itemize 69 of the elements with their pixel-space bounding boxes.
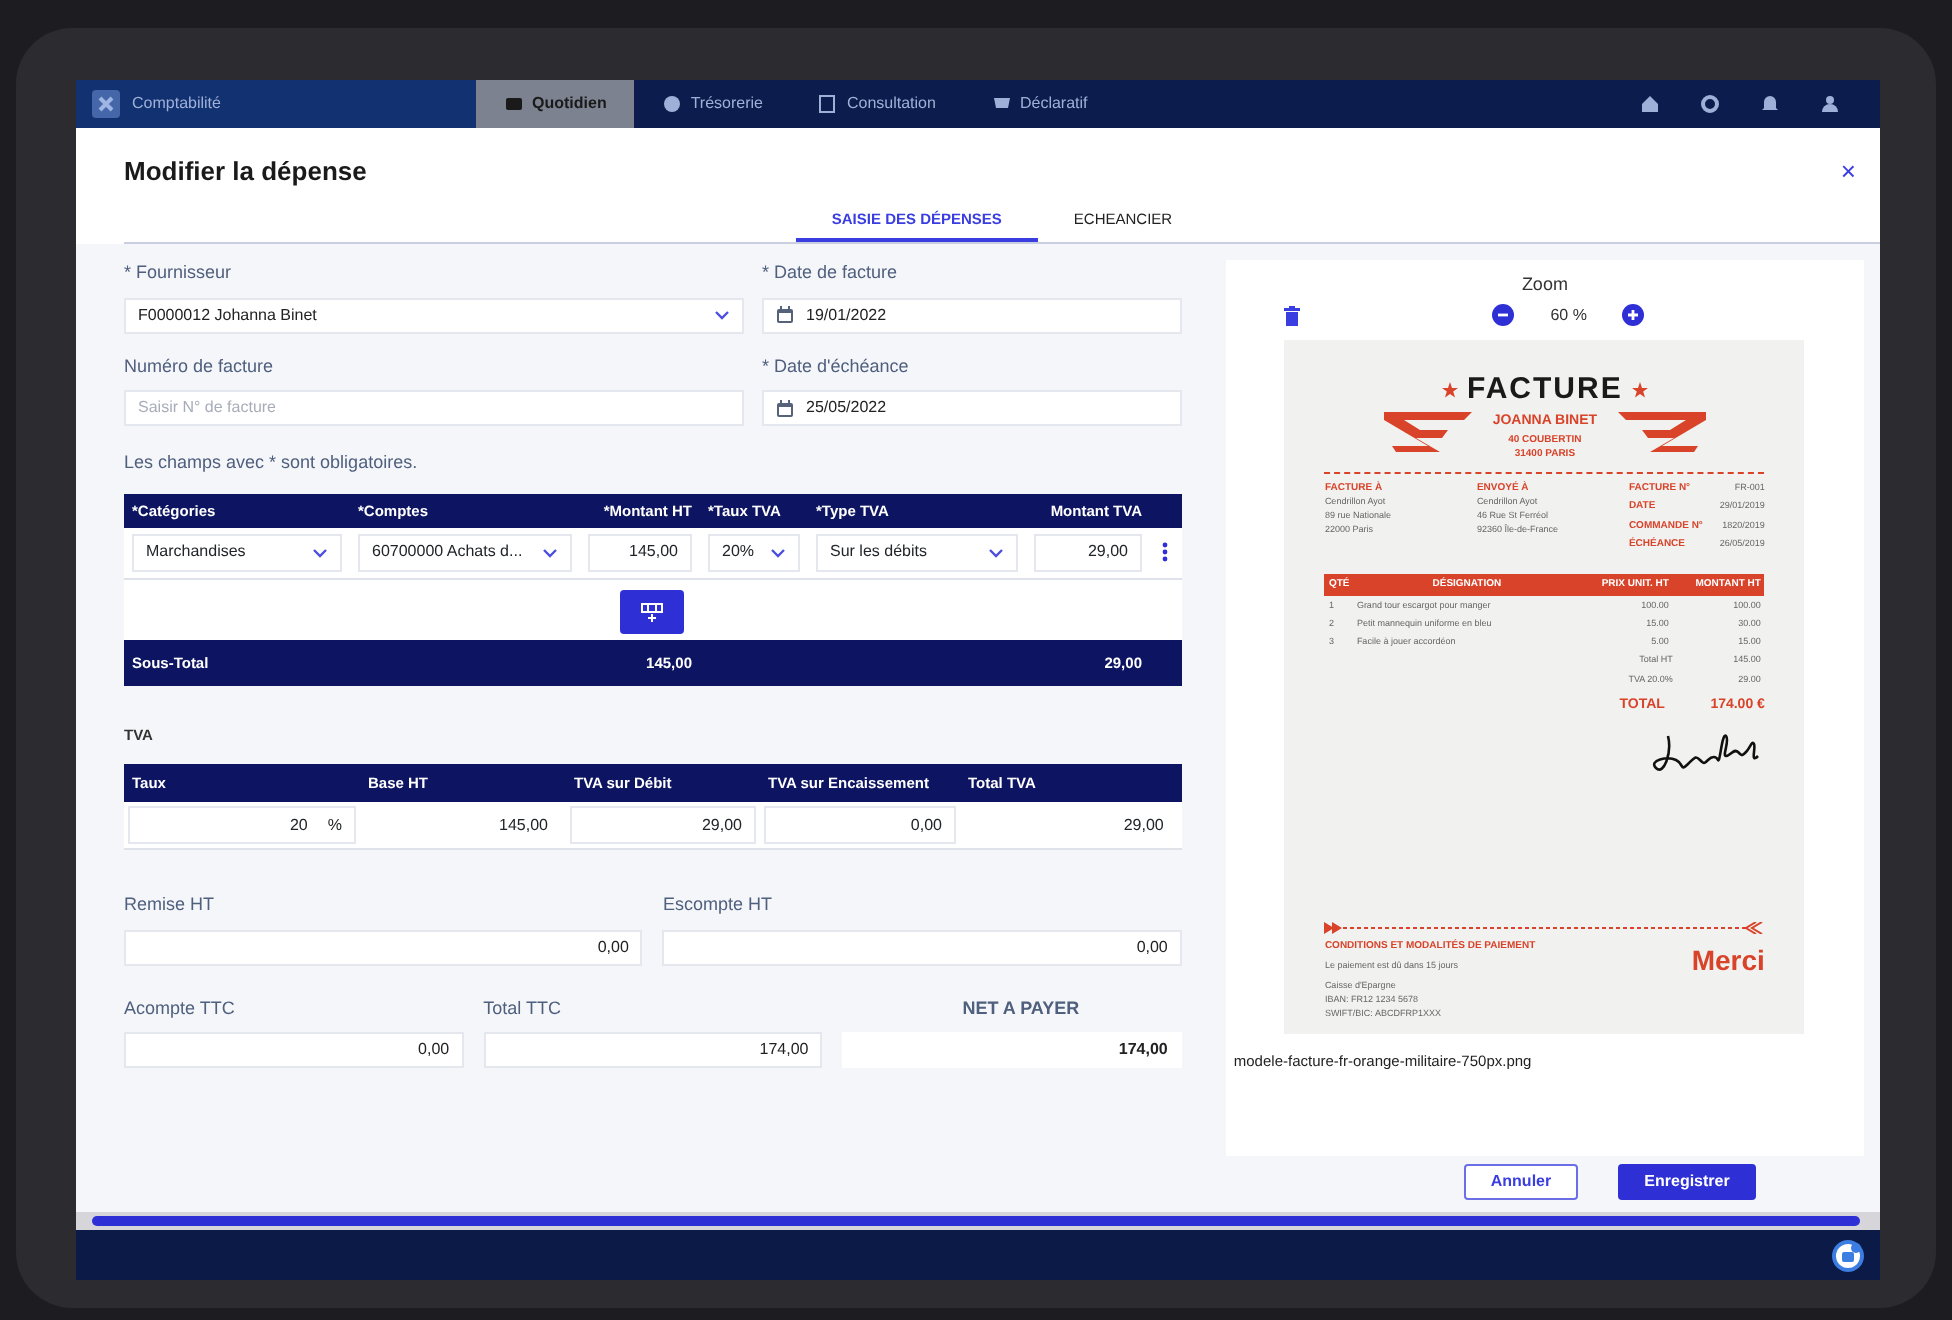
nav-tab[interactable]: Consultation — [790, 80, 964, 128]
user-icon[interactable] — [1820, 94, 1840, 114]
nav-icon — [504, 94, 524, 114]
field-label: Acompte TTC — [124, 995, 237, 1022]
field-label: * Fournisseur — [124, 260, 234, 286]
nav-icon — [818, 94, 839, 114]
settings-icon[interactable] — [1700, 94, 1720, 114]
zoom-in-icon[interactable] — [1622, 304, 1645, 326]
nav-tab[interactable]: Trésorerie — [634, 80, 791, 128]
select-field[interactable]: 60700000 Achats d... — [358, 533, 572, 572]
star-icon — [1632, 381, 1649, 398]
input-field[interactable]: 20 % — [128, 806, 356, 845]
input-field[interactable]: 0,00 — [764, 806, 956, 845]
thanks-text: Merci — [1691, 942, 1765, 980]
input-field[interactable]: 145,00 — [588, 533, 692, 572]
supplier-select[interactable]: F0000012 Johanna Binet — [124, 297, 744, 333]
wing-drawing — [1617, 412, 1706, 452]
app-logo-icon — [92, 90, 120, 118]
chevron-down-icon[interactable] — [312, 547, 328, 558]
trash-icon[interactable] — [1284, 305, 1301, 325]
select-field[interactable]: Sur les débits — [816, 533, 1018, 572]
input-field[interactable]: 174,00 — [842, 1032, 1182, 1069]
input-field[interactable]: 0,00 — [124, 929, 643, 966]
nav-icon — [662, 94, 683, 114]
select-field[interactable]: 20% — [708, 533, 800, 572]
zoom-label: Zoom — [1521, 272, 1568, 298]
field-label: NET A PAYER — [960, 995, 1082, 1022]
wing-drawing — [1384, 412, 1473, 452]
dialog-title: Modifier la dépense — [124, 153, 367, 190]
home-icon[interactable] — [1640, 94, 1660, 114]
nav-tab[interactable]: Quotidien — [476, 80, 635, 128]
close-button[interactable]: × — [1840, 158, 1856, 184]
field-label: * Date de facture — [762, 260, 900, 286]
calendar-icon[interactable] — [776, 306, 794, 324]
add-row-icon — [640, 601, 665, 622]
star-icon — [1441, 381, 1458, 398]
add-line-button[interactable] — [620, 589, 685, 634]
input-field[interactable]: 0,00 — [662, 929, 1182, 966]
date-field[interactable]: 25/05/2022 — [762, 390, 1182, 426]
invoice-title: FACTURE — [1467, 369, 1623, 409]
input-field[interactable]: 0,00 — [124, 1032, 464, 1069]
field-label: Numéro de facture — [124, 353, 276, 379]
save-button[interactable]: Enregistrer — [1618, 1164, 1756, 1200]
cancel-button[interactable]: Annuler — [1464, 1164, 1578, 1200]
nav-icon — [991, 94, 1012, 114]
input-field[interactable]: 29,00 — [570, 806, 756, 845]
field-label: Remise HT — [124, 892, 217, 919]
nav-tab[interactable]: Déclaratif — [963, 80, 1116, 128]
chevron-down-icon[interactable] — [988, 547, 1004, 558]
chevron-down-icon[interactable] — [714, 310, 730, 320]
input-field[interactable]: 29,00 — [1034, 533, 1142, 572]
calendar-icon[interactable] — [776, 399, 794, 417]
field-label: * Date d'échéance — [762, 353, 911, 379]
bell-icon[interactable] — [1760, 94, 1780, 114]
required-note: Les champs avec * sont obligatoires. — [124, 450, 420, 476]
zoom-value: 60 % — [1550, 303, 1587, 327]
zoom-out-icon[interactable] — [1492, 304, 1515, 326]
more-vertical-icon[interactable] — [1162, 542, 1169, 563]
app-title: Comptabilité — [132, 92, 221, 116]
chevron-down-icon[interactable] — [542, 547, 558, 558]
input-field[interactable]: 174,00 — [483, 1032, 823, 1069]
field-label: Total TTC — [483, 995, 563, 1022]
scrollbar-thumb[interactable] — [92, 1216, 1860, 1226]
date-field[interactable]: 19/01/2022 — [762, 297, 1182, 333]
field-label: Escompte HT — [662, 892, 774, 919]
select-field[interactable]: Marchandises — [132, 533, 342, 572]
unit-label: % — [327, 813, 342, 838]
chevron-down-icon[interactable] — [770, 547, 786, 558]
chat-bot-icon[interactable] — [1832, 1239, 1864, 1271]
